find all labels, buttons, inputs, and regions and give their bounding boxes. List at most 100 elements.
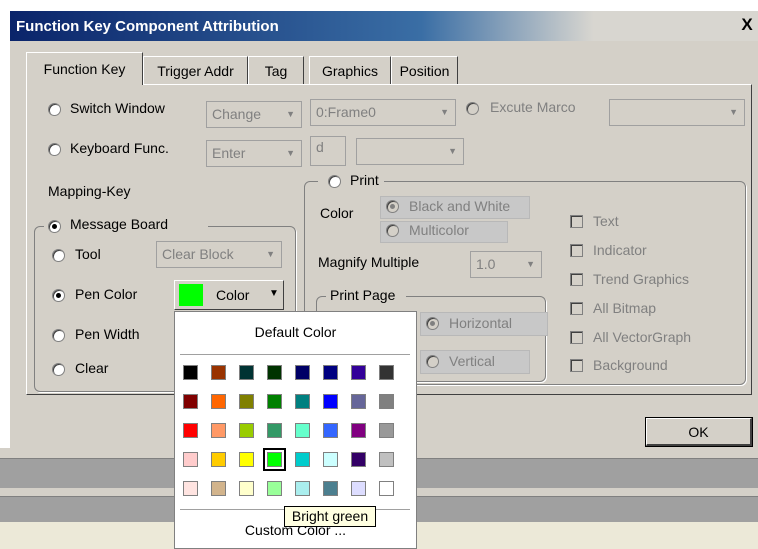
message-board-radio[interactable]: [48, 220, 61, 233]
swatch-tooltip: Bright green: [284, 506, 376, 527]
color-swatch[interactable]: [295, 452, 310, 467]
chevron-down-icon: ▼: [286, 109, 295, 119]
print-radio[interactable]: [328, 175, 341, 188]
color-swatch[interactable]: [351, 452, 366, 467]
all-bitmap-checkbox[interactable]: [570, 302, 583, 315]
clear-radio[interactable]: [52, 363, 65, 376]
print-page-label: Print Page: [330, 287, 396, 303]
tool-select[interactable]: Clear Block ▼: [156, 241, 282, 268]
pen-color-label: Pen Color: [75, 286, 138, 302]
pen-width-radio[interactable]: [52, 329, 65, 342]
color-swatch[interactable]: [295, 423, 310, 438]
tab-function-key[interactable]: Function Key: [26, 52, 143, 85]
background-checkbox[interactable]: [570, 359, 583, 372]
color-swatch[interactable]: [183, 481, 198, 496]
chevron-down-icon: ▼: [526, 259, 535, 269]
black-white-radio[interactable]: [386, 200, 399, 213]
magnify-select[interactable]: 1.0 ▼: [470, 251, 542, 278]
color-swatch[interactable]: [183, 423, 198, 438]
black-white-label: Black and White: [409, 198, 511, 214]
color-swatch[interactable]: [239, 452, 254, 467]
color-swatch[interactable]: [239, 481, 254, 496]
color-swatch[interactable]: [323, 481, 338, 496]
color-swatch[interactable]: [323, 452, 338, 467]
default-color-button[interactable]: Default Color: [175, 324, 416, 340]
color-swatch[interactable]: [239, 394, 254, 409]
vertical-radio[interactable]: [426, 355, 439, 368]
color-swatch[interactable]: [239, 365, 254, 380]
execute-macro-radio[interactable]: [466, 102, 479, 115]
horizontal-radio[interactable]: [426, 317, 439, 330]
magnify-value: 1.0: [476, 256, 496, 272]
switch-window-radio[interactable]: [48, 103, 61, 116]
clear-label: Clear: [75, 360, 109, 376]
indicator-checkbox[interactable]: [570, 244, 583, 257]
color-swatch[interactable]: [211, 452, 226, 467]
color-swatch[interactable]: [323, 394, 338, 409]
keyboard-func-radio[interactable]: [48, 143, 61, 156]
color-swatch[interactable]: [351, 365, 366, 380]
color-swatch[interactable]: [267, 394, 282, 409]
color-swatch[interactable]: [351, 423, 366, 438]
all-vectorgraph-checkbox[interactable]: [570, 331, 583, 344]
color-swatch[interactable]: [351, 481, 366, 496]
tool-value: Clear Block: [162, 246, 234, 262]
tool-radio[interactable]: [52, 249, 65, 262]
keyboard-extra-select[interactable]: ▼: [356, 138, 464, 165]
print-label: Print: [350, 172, 379, 188]
macro-select[interactable]: ▼: [609, 99, 745, 126]
text-checkbox[interactable]: [570, 215, 583, 228]
color-swatch[interactable]: [267, 481, 282, 496]
frame-value: 0:Frame0: [316, 104, 376, 120]
ok-button[interactable]: OK: [645, 417, 753, 447]
switch-window-action-select[interactable]: Change ▼: [206, 101, 302, 128]
color-swatch[interactable]: [295, 394, 310, 409]
color-swatch[interactable]: [379, 365, 394, 380]
color-swatch[interactable]: [323, 423, 338, 438]
multicolor-radio[interactable]: [386, 224, 399, 237]
pen-color-radio[interactable]: [52, 289, 65, 302]
close-button[interactable]: X: [738, 15, 756, 35]
pen-color-swatch: [179, 284, 203, 306]
mapping-key-heading: Mapping-Key: [48, 183, 131, 199]
pen-color-button[interactable]: Color ▼: [174, 280, 284, 310]
color-swatch[interactable]: [351, 394, 366, 409]
color-swatch[interactable]: [379, 423, 394, 438]
all-vectorgraph-option-label: All VectorGraph: [593, 329, 692, 345]
color-swatch[interactable]: [211, 365, 226, 380]
color-swatch[interactable]: [323, 365, 338, 380]
chevron-down-icon: ▼: [269, 288, 279, 299]
chevron-down-icon: ▼: [266, 249, 275, 259]
tab-position[interactable]: Position: [391, 56, 458, 84]
trend-graphics-checkbox[interactable]: [570, 273, 583, 286]
color-swatch[interactable]: [379, 394, 394, 409]
color-swatch[interactable]: [379, 481, 394, 496]
keyboard-char-field[interactable]: d: [310, 136, 346, 166]
keyboard-key-value: Enter: [212, 145, 246, 161]
color-swatch[interactable]: [295, 481, 310, 496]
background-option-label: Background: [593, 357, 668, 373]
frame-select[interactable]: 0:Frame0 ▼: [310, 99, 456, 126]
chevron-down-icon: ▼: [440, 107, 449, 117]
keyboard-key-select[interactable]: Enter ▼: [206, 140, 302, 167]
chevron-down-icon: ▼: [729, 107, 738, 117]
color-swatch[interactable]: [239, 423, 254, 438]
tab-tag[interactable]: Tag: [248, 56, 304, 84]
color-swatch[interactable]: [211, 423, 226, 438]
tab-trigger-addr[interactable]: Trigger Addr: [143, 56, 248, 84]
color-swatch[interactable]: [183, 365, 198, 380]
horizontal-label: Horizontal: [449, 315, 513, 331]
color-swatch[interactable]: [267, 365, 282, 380]
color-swatch[interactable]: [211, 481, 226, 496]
color-swatch[interactable]: [379, 452, 394, 467]
indicator-option-label: Indicator: [593, 242, 647, 258]
tab-graphics[interactable]: Graphics: [309, 56, 391, 84]
color-swatch[interactable]: [183, 394, 198, 409]
color-swatch[interactable]: [295, 365, 310, 380]
window-title: Function Key Component Attribution: [16, 18, 279, 35]
all-bitmap-option-label: All Bitmap: [593, 300, 657, 316]
color-swatch-selected[interactable]: [263, 448, 286, 471]
color-swatch[interactable]: [267, 423, 282, 438]
color-swatch[interactable]: [211, 394, 226, 409]
color-swatch[interactable]: [183, 452, 198, 467]
